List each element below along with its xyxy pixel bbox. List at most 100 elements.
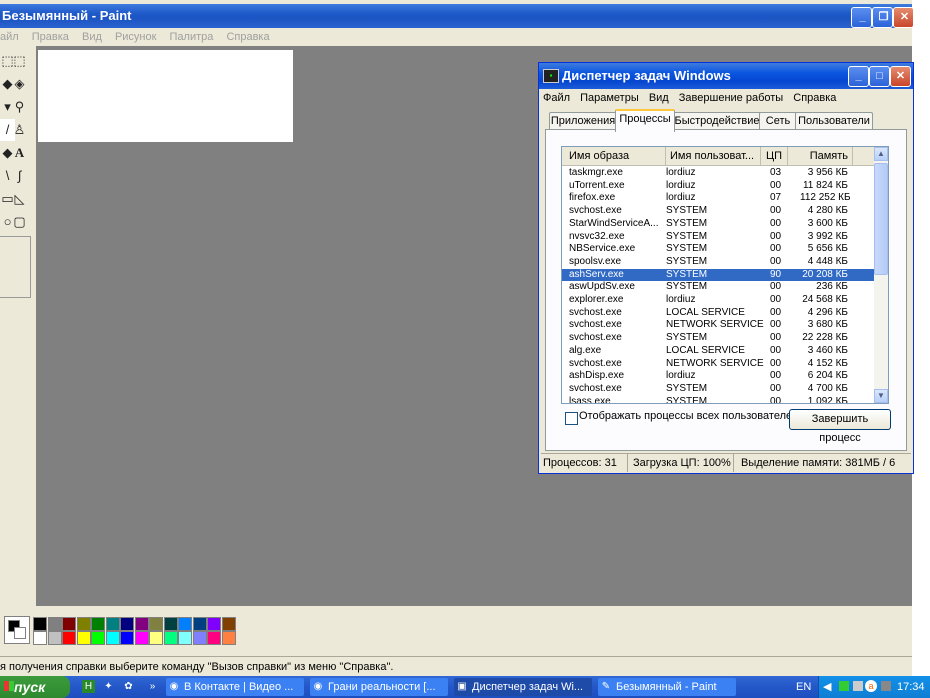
quicklaunch-app-icon[interactable]: H <box>82 680 95 693</box>
process-row[interactable]: ashDisp.exe lordiuz 00 6 204 КБ <box>562 370 874 383</box>
tray-avast-icon[interactable]: a <box>865 680 877 692</box>
end-process-button[interactable]: Завершить процесс <box>789 409 891 444</box>
menu-image[interactable]: Рисунок <box>115 31 157 43</box>
palette-swatch[interactable] <box>76 631 91 645</box>
close-button[interactable]: ✕ <box>893 7 914 28</box>
menu-view[interactable]: Вид <box>82 31 102 43</box>
scroll-down-button[interactable]: ▼ <box>874 389 888 403</box>
process-row[interactable]: StarWindServiceA... SYSTEM 00 3 600 КБ <box>562 218 874 231</box>
maximize-button[interactable]: ❐ <box>872 7 893 28</box>
palette-swatch[interactable] <box>149 617 163 631</box>
col-memory[interactable]: Память <box>788 147 853 165</box>
palette-swatch[interactable] <box>62 631 76 645</box>
palette-swatch[interactable] <box>134 617 149 631</box>
tool-options-box[interactable] <box>0 236 31 298</box>
palette-swatch[interactable] <box>192 631 207 645</box>
process-row[interactable]: svchost.exe LOCAL SERVICE 00 4 296 КБ <box>562 307 874 320</box>
process-row[interactable]: svchost.exe SYSTEM 00 4 280 КБ <box>562 205 874 218</box>
brush-icon[interactable]: ♙ <box>12 119 27 141</box>
palette-swatch[interactable] <box>105 631 120 645</box>
process-row[interactable]: explorer.exe lordiuz 00 24 568 КБ <box>562 294 874 307</box>
palette-swatch[interactable] <box>105 617 120 631</box>
process-row[interactable]: svchost.exe SYSTEM 00 22 228 КБ <box>562 332 874 345</box>
palette-swatch[interactable] <box>149 631 163 645</box>
quicklaunch-chevron-icon[interactable]: » <box>146 680 159 693</box>
tm-maximize-button[interactable]: □ <box>869 66 890 87</box>
menu-edit[interactable]: Правка <box>32 31 69 43</box>
scroll-up-button[interactable]: ▲ <box>874 147 888 161</box>
palette-swatch[interactable] <box>178 617 192 631</box>
tm-menu-help[interactable]: Справка <box>793 92 836 104</box>
tray-app-icon[interactable] <box>839 681 849 691</box>
tm-menu-options[interactable]: Параметры <box>580 92 639 104</box>
menu-file[interactable]: айл <box>0 31 19 43</box>
menu-help[interactable]: Справка <box>226 31 269 43</box>
process-row[interactable]: firefox.exe lordiuz 07 112 252 КБ <box>562 192 874 205</box>
palette-swatch[interactable] <box>207 617 221 631</box>
palette-swatch[interactable] <box>134 631 149 645</box>
polygon-icon[interactable]: ◺ <box>12 188 27 210</box>
palette-swatch[interactable] <box>76 617 91 631</box>
palette-swatch[interactable] <box>47 631 62 645</box>
tray-arrow-icon[interactable]: ◀ <box>823 676 831 698</box>
tab-processes[interactable]: Процессы <box>615 109 675 132</box>
palette-swatch[interactable] <box>62 617 76 631</box>
tm-menu-file[interactable]: Файл <box>543 92 570 104</box>
tab-performance[interactable]: Быстродействие <box>673 112 761 130</box>
palette-swatch[interactable] <box>178 631 192 645</box>
process-row[interactable]: taskmgr.exe lordiuz 03 3 956 КБ <box>562 167 874 180</box>
col-cpu[interactable]: ЦП <box>761 147 788 165</box>
col-image-name[interactable]: Имя образа <box>562 147 666 165</box>
process-row[interactable]: uTorrent.exe lordiuz 00 11 824 КБ <box>562 180 874 193</box>
magnifier-icon[interactable]: ⚲ <box>12 96 27 118</box>
fill-icon[interactable]: ◈ <box>12 73 27 95</box>
process-row[interactable]: NBService.exe SYSTEM 00 5 656 КБ <box>562 243 874 256</box>
language-indicator[interactable]: EN <box>796 676 811 698</box>
tm-minimize-button[interactable]: _ <box>848 66 869 87</box>
process-row[interactable]: spoolsv.exe SYSTEM 00 4 448 КБ <box>562 256 874 269</box>
col-user-name[interactable]: Имя пользоват... <box>666 147 761 165</box>
start-button[interactable]: пуск <box>0 676 70 698</box>
text-icon[interactable]: A <box>12 142 27 164</box>
palette-swatch[interactable] <box>120 617 134 631</box>
palette-swatch[interactable] <box>221 631 236 645</box>
palette-swatch[interactable] <box>91 617 105 631</box>
rounded-rect-icon[interactable]: ▢ <box>12 211 27 233</box>
palette-swatch[interactable] <box>221 617 236 631</box>
palette-swatch[interactable] <box>33 631 47 645</box>
minimize-button[interactable]: _ <box>851 7 872 28</box>
process-row[interactable]: svchost.exe NETWORK SERVICE 00 4 152 КБ <box>562 358 874 371</box>
palette-swatch[interactable] <box>163 631 178 645</box>
rect-select-icon[interactable]: ⬚ <box>12 50 27 72</box>
tab-users[interactable]: Пользователи <box>795 112 873 130</box>
drawing-canvas[interactable] <box>38 50 293 142</box>
palette-swatch[interactable] <box>163 617 178 631</box>
process-row[interactable]: svchost.exe NETWORK SERVICE 00 3 680 КБ <box>562 319 874 332</box>
tray-window-icon[interactable] <box>853 681 863 691</box>
tab-network[interactable]: Сеть <box>759 112 797 130</box>
taskbar-task-2[interactable]: ◉ Грани реальности [... <box>310 678 448 696</box>
palette-swatch[interactable] <box>120 631 134 645</box>
palette-swatch[interactable] <box>91 631 105 645</box>
quicklaunch-network-icon[interactable]: ✦ <box>102 680 115 693</box>
palette-swatch[interactable] <box>207 631 221 645</box>
menu-palette[interactable]: Палитра <box>170 31 214 43</box>
taskbar-task-4[interactable]: ✎ Безымянный - Paint <box>598 678 736 696</box>
process-row[interactable]: lsass.exe SYSTEM 00 1 092 КБ <box>562 396 874 403</box>
show-all-users-checkbox[interactable] <box>565 412 578 425</box>
process-row[interactable]: nvsvc32.exe SYSTEM 00 3 992 КБ <box>562 231 874 244</box>
tm-close-button[interactable]: ✕ <box>890 66 911 87</box>
process-row[interactable]: alg.exe LOCAL SERVICE 00 3 460 КБ <box>562 345 874 358</box>
scroll-thumb[interactable] <box>874 163 888 275</box>
tm-menu-shutdown[interactable]: Завершение работы <box>679 92 783 104</box>
quicklaunch-media-icon[interactable]: ✿ <box>122 680 135 693</box>
palette-swatch[interactable] <box>192 617 207 631</box>
taskbar-task-1[interactable]: ◉ В Контакте | Видео ... <box>166 678 304 696</box>
process-row[interactable]: ashServ.exe SYSTEM 90 20 208 КБ <box>562 268 874 282</box>
process-row[interactable]: aswUpdSv.exe SYSTEM 00 236 КБ <box>562 281 874 294</box>
tm-menu-view[interactable]: Вид <box>649 92 669 104</box>
tray-volume-icon[interactable] <box>881 681 891 691</box>
process-list-scrollbar[interactable]: ▲ ▼ <box>874 147 888 403</box>
palette-swatch[interactable] <box>47 617 62 631</box>
process-row[interactable]: svchost.exe SYSTEM 00 4 700 КБ <box>562 383 874 396</box>
